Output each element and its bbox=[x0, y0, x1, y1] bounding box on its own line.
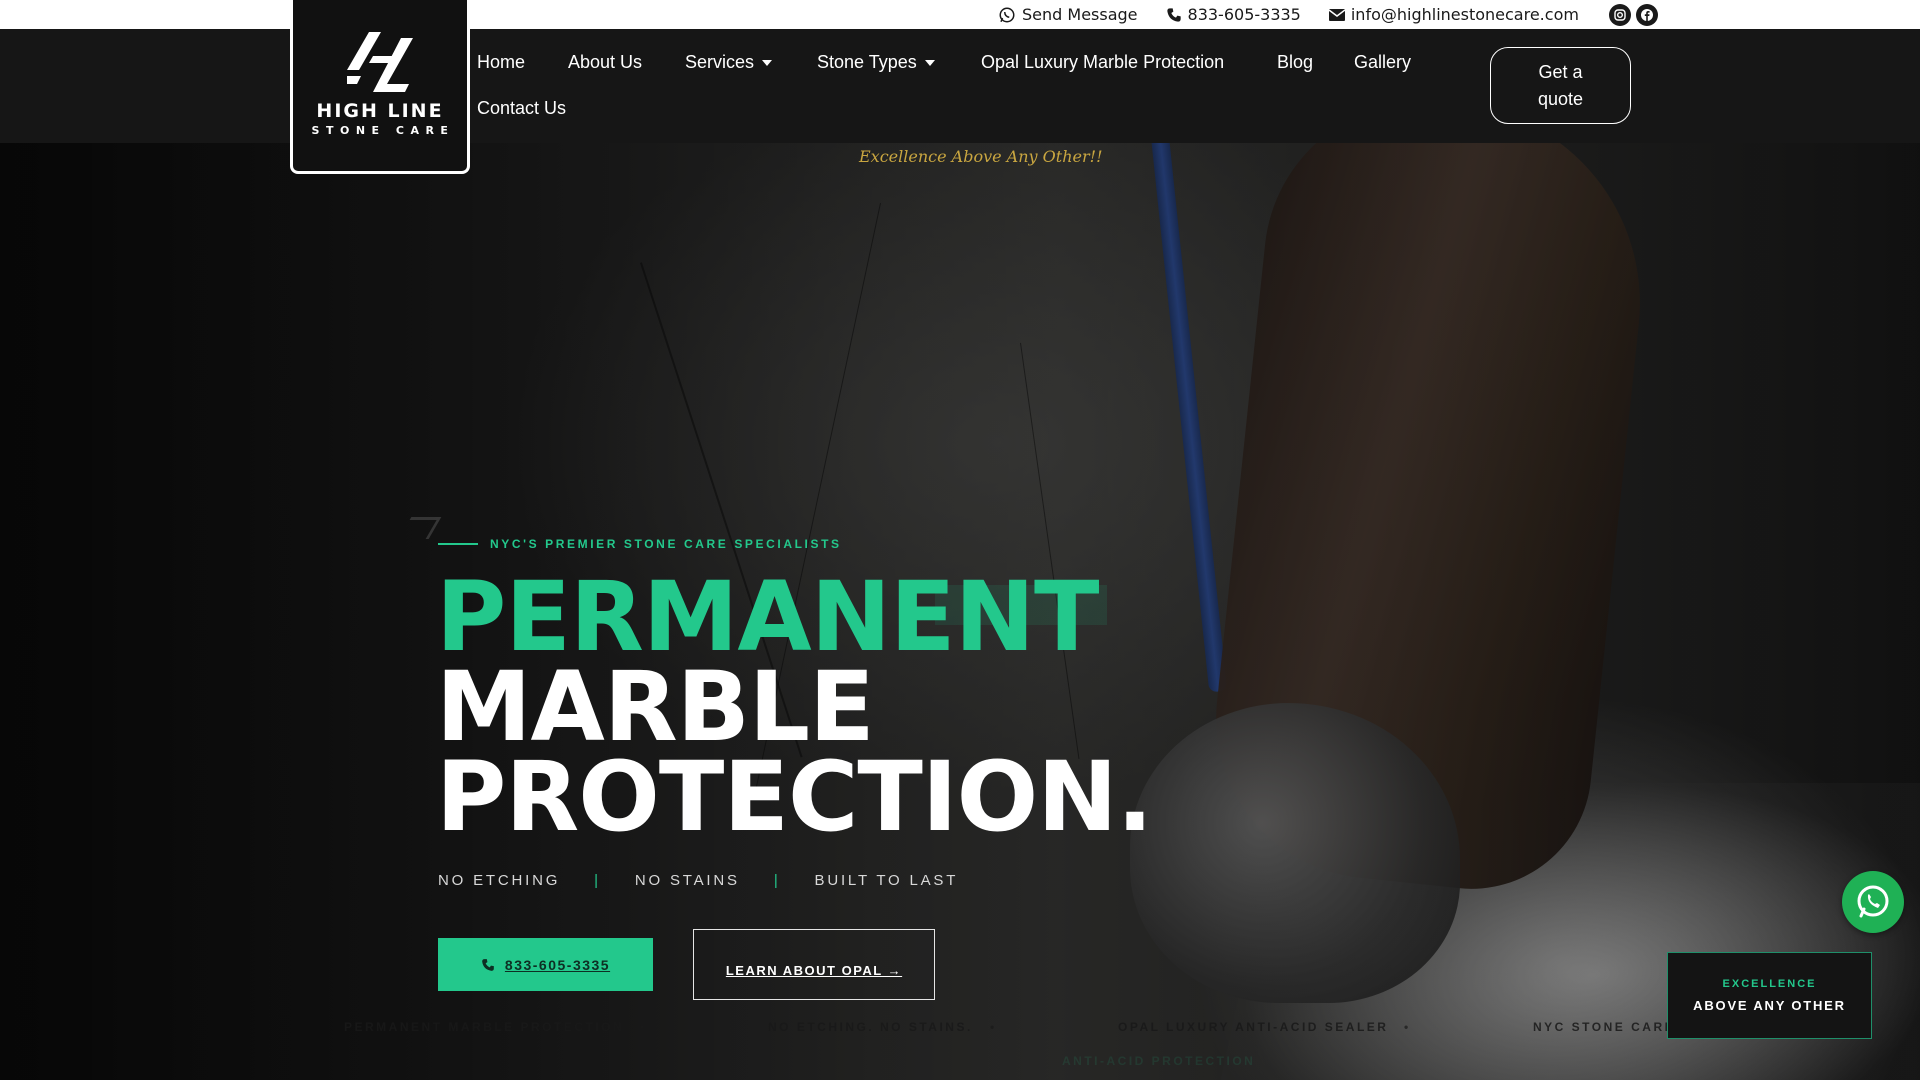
high-line-logo-mark bbox=[347, 32, 413, 92]
nav-home[interactable]: Home bbox=[477, 52, 525, 73]
nav-stone-types-label: Stone Types bbox=[817, 52, 917, 72]
badge-bottom-text: ABOVE ANY OTHER bbox=[1693, 998, 1846, 1013]
headline-line-2: MARBLE bbox=[436, 651, 875, 763]
phone-icon bbox=[482, 958, 494, 971]
nav-home-label: Home bbox=[477, 52, 526, 72]
hero-features: NO ETCHING | NO STAINS | BUILT TO LAST bbox=[438, 872, 958, 889]
nav-blog-label: Blog bbox=[1277, 52, 1314, 72]
feature-separator: | bbox=[773, 872, 781, 889]
logo-text-line2: STONE CARE bbox=[311, 124, 455, 137]
nav-gallery[interactable]: Gallery bbox=[1354, 52, 1411, 73]
nav-services-label: Services bbox=[685, 52, 755, 72]
topbar-email: info@highlinestonecare.com bbox=[1350, 5, 1579, 24]
logo-text-line1: HIGH LINE bbox=[316, 100, 444, 122]
top-bar-contacts: Send Message 833-605-3335 info@highlines… bbox=[998, 0, 1658, 29]
excellence-badge: EXCELLENCE ABOVE ANY OTHER bbox=[1667, 952, 1872, 1039]
headline-line-3: PROTECTION. bbox=[436, 741, 1153, 853]
main-navbar: Home About Us Services Stone Types Opal … bbox=[0, 29, 1920, 143]
phone-icon bbox=[1166, 7, 1181, 22]
call-phone-label: 833-605-3335 bbox=[504, 956, 611, 973]
badge-top-text: EXCELLENCE bbox=[1722, 978, 1817, 990]
ticker-item: NYC STONE CARE bbox=[1533, 1020, 1676, 1034]
headline-line-1: PERMANENT bbox=[436, 561, 1099, 673]
send-message-link[interactable]: Send Message bbox=[998, 5, 1138, 24]
facebook-icon[interactable] bbox=[1635, 3, 1658, 26]
nav-contact-us[interactable]: Contact Us bbox=[477, 98, 566, 119]
topbar-phone-link[interactable]: 833-605-3335 bbox=[1166, 5, 1301, 24]
feature-separator: | bbox=[594, 872, 601, 889]
feature-no-stains: NO STAINS bbox=[634, 872, 740, 889]
nav-opal-label: Opal Luxury Marble Protection bbox=[981, 52, 1225, 72]
get-a-quote-button[interactable]: Get a quote bbox=[1490, 47, 1631, 124]
chevron-down-icon bbox=[762, 59, 773, 66]
nav-stone-types[interactable]: Stone Types bbox=[817, 52, 935, 73]
ticker-item: OPAL LUXURY ANTI-ACID SEALER bbox=[1118, 1020, 1389, 1034]
topbar-email-link[interactable]: info@highlinestonecare.com bbox=[1328, 5, 1579, 24]
eyebrow-line bbox=[438, 543, 478, 545]
nav-services[interactable]: Services bbox=[685, 52, 773, 73]
learn-about-opal-button[interactable]: LEARN ABOUT OPAL → bbox=[693, 929, 935, 1000]
whatsapp-chat-button[interactable] bbox=[1842, 871, 1904, 933]
ticker-dot: • bbox=[1404, 1020, 1411, 1034]
eyebrow-text: NYC'S PREMIER STONE CARE SPECIALISTS bbox=[490, 537, 842, 551]
chevron-down-icon bbox=[924, 59, 935, 66]
ticker-item: NO ETCHING. NO STAINS. bbox=[768, 1020, 973, 1034]
ticker-faded-row: ANTI-ACID PROTECTION bbox=[1062, 1054, 1256, 1068]
instagram-icon[interactable] bbox=[1608, 3, 1631, 26]
hero-eyebrow: NYC'S PREMIER STONE CARE SPECIALISTS bbox=[438, 537, 842, 551]
top-bar: Send Message 833-605-3335 info@highlines… bbox=[0, 0, 1920, 29]
call-phone-button[interactable]: 833-605-3335 bbox=[438, 938, 653, 991]
nav-blog[interactable]: Blog bbox=[1277, 52, 1313, 73]
nav-opal-protection[interactable]: Opal Luxury Marble Protection bbox=[981, 52, 1224, 73]
nav-about-us[interactable]: About Us bbox=[568, 52, 642, 73]
ticker-dot: • bbox=[640, 1020, 647, 1034]
ticker-item: PERMANENT MARBLE PROTECTION bbox=[344, 1020, 625, 1034]
nav-contact-us-label: Contact Us bbox=[477, 98, 567, 118]
hero-headline: PERMANENT MARBLE PROTECTION. bbox=[436, 561, 1153, 853]
whatsapp-icon bbox=[1857, 885, 1889, 918]
envelope-icon bbox=[1328, 8, 1345, 21]
tagline-text: Excellence Above Any Other!! bbox=[859, 147, 1103, 166]
topbar-phone: 833-605-3335 bbox=[1187, 5, 1301, 24]
social-links bbox=[1608, 3, 1658, 26]
ticker-dot: • bbox=[990, 1020, 997, 1034]
nav-gallery-label: Gallery bbox=[1354, 52, 1412, 72]
whatsapp-icon bbox=[999, 7, 1015, 22]
feature-built-to-last: BUILT TO LAST bbox=[814, 872, 959, 889]
send-message-label: Send Message bbox=[1022, 5, 1138, 24]
logo[interactable]: HIGH LINE STONE CARE bbox=[290, 0, 470, 174]
feature-no-etching: NO ETCHING bbox=[438, 872, 561, 889]
nav-about-us-label: About Us bbox=[568, 52, 643, 72]
